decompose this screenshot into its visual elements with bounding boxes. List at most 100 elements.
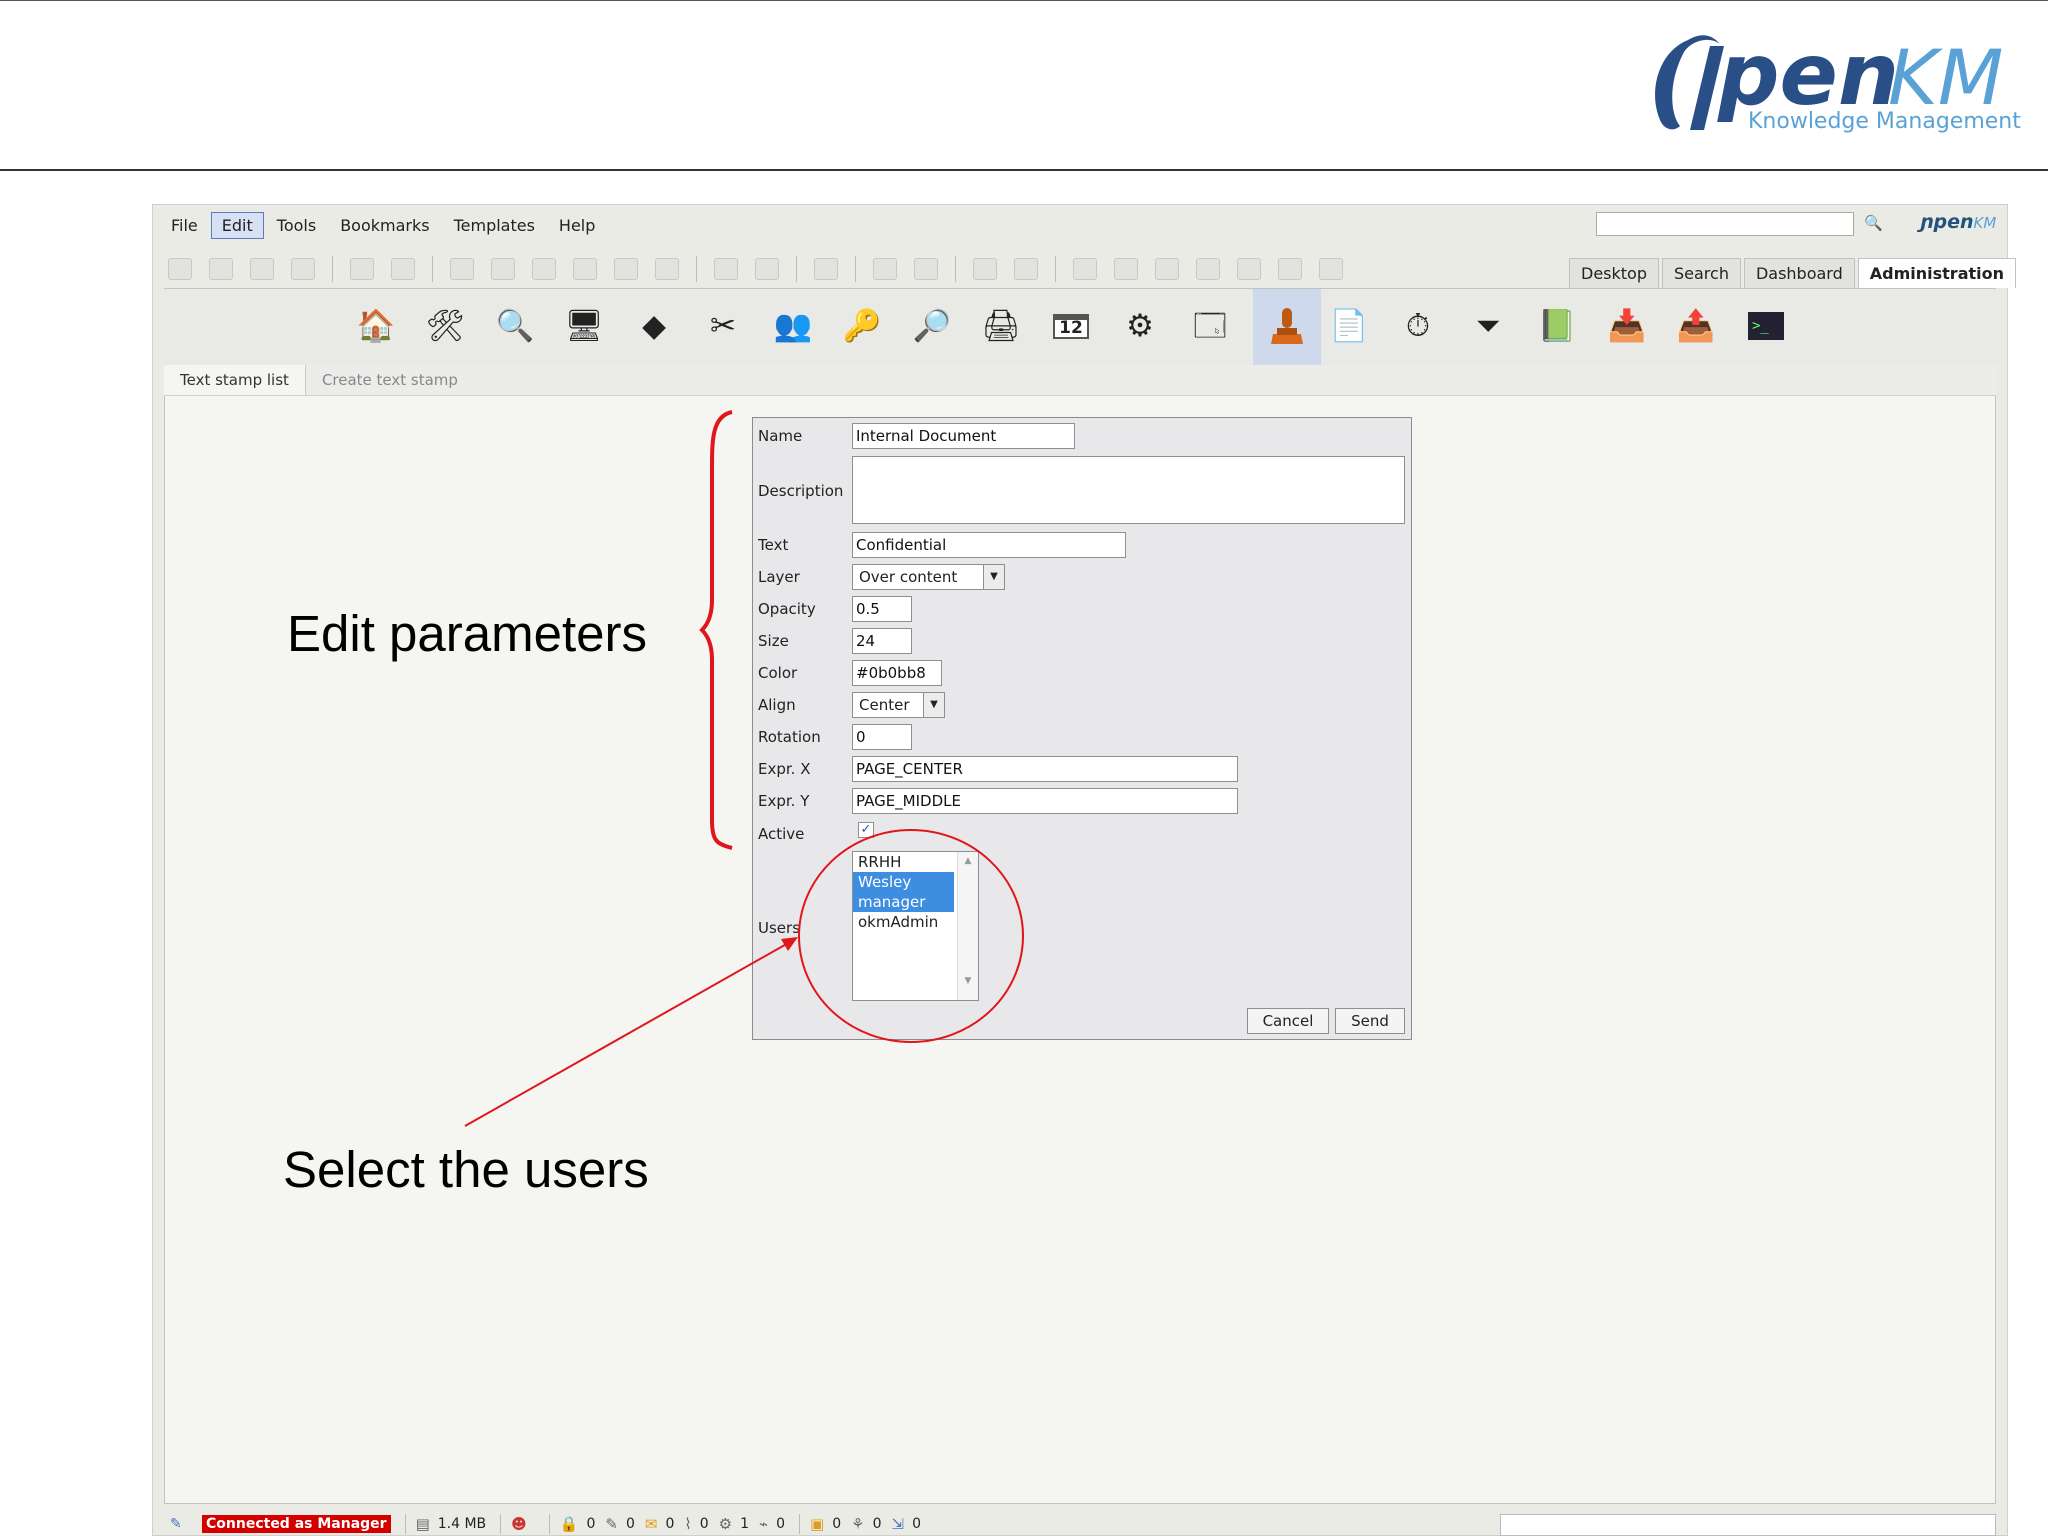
users-scrollbar[interactable]: ▲ ▼ xyxy=(957,852,978,1000)
toolbar-button[interactable] xyxy=(1114,258,1138,280)
chevron-down-icon[interactable]: ▼ xyxy=(923,693,944,717)
toolbar-button[interactable] xyxy=(973,258,997,280)
toolbar-button[interactable] xyxy=(573,258,597,280)
search-icon[interactable]: 🔍 xyxy=(1864,214,1884,234)
clock-document-icon[interactable]: 📄 xyxy=(1327,304,1371,348)
toolbar-button[interactable] xyxy=(1073,258,1097,280)
user-icon[interactable]: ☻ xyxy=(511,1515,527,1533)
toolbar-button[interactable] xyxy=(655,258,679,280)
opacity-field[interactable]: 0.5 xyxy=(852,596,912,622)
tab-administration[interactable]: Administration xyxy=(1857,258,2017,288)
tab-create-text-stamp[interactable]: Create text stamp xyxy=(306,365,474,395)
menu-help[interactable]: Help xyxy=(548,212,606,239)
calendar-icon[interactable]: 12 xyxy=(1049,304,1093,348)
align-select[interactable]: Center ▼ xyxy=(852,692,945,718)
expr-y-field[interactable]: PAGE_MIDDLE xyxy=(852,788,1238,814)
menu-bookmarks[interactable]: Bookmarks xyxy=(329,212,440,239)
counter-checkout[interactable]: ✎ 0 xyxy=(605,1515,635,1533)
counter-tags[interactable]: ⌁ 0 xyxy=(759,1515,785,1533)
toolbar-button[interactable] xyxy=(1155,258,1179,280)
menu-file[interactable]: File xyxy=(160,212,209,239)
toolbar-button[interactable] xyxy=(1196,258,1220,280)
toolbar-button[interactable] xyxy=(491,258,515,280)
scroll-down-icon[interactable]: ▼ xyxy=(958,976,978,986)
terminal-icon[interactable]: >_ xyxy=(1744,304,1788,348)
monitor-icon[interactable]: 🖥 xyxy=(562,304,606,348)
gear-icon[interactable]: ⚙ xyxy=(1118,304,1162,348)
toolbar-button[interactable] xyxy=(1278,258,1302,280)
toolbar-button[interactable] xyxy=(250,258,274,280)
stopwatch-icon[interactable]: ⏱ xyxy=(1396,304,1440,348)
home-icon[interactable]: 🏠 xyxy=(354,304,398,348)
toolbar-button[interactable] xyxy=(714,258,738,280)
cancel-button[interactable]: Cancel xyxy=(1247,1008,1329,1034)
toolbar-button[interactable] xyxy=(532,258,556,280)
toolbar-button[interactable] xyxy=(1319,258,1343,280)
expr-x-field[interactable]: PAGE_CENTER xyxy=(852,756,1238,782)
user-option-manager[interactable]: manager xyxy=(853,892,954,912)
counter-value: 0 xyxy=(832,1516,842,1532)
counter-documents[interactable]: ⇲ 0 xyxy=(891,1515,921,1533)
rotation-field[interactable]: 0 xyxy=(852,724,912,750)
connection-badge: Connected as Manager xyxy=(202,1515,391,1533)
book-icon[interactable]: 📗 xyxy=(1535,304,1579,348)
counter-mail[interactable]: ✉ 0 xyxy=(645,1515,675,1533)
name-field[interactable]: Internal Document xyxy=(852,423,1075,449)
toolbar-button[interactable] xyxy=(1237,258,1261,280)
tab-desktop[interactable]: Desktop xyxy=(1569,258,1659,288)
diamond-icon[interactable]: ◆ xyxy=(632,304,676,348)
counter-subscriptions[interactable]: ▣ 0 xyxy=(810,1515,841,1533)
active-checkbox[interactable]: ✓ xyxy=(858,822,874,838)
counter-locked[interactable]: 🔒 0 xyxy=(560,1515,596,1533)
pen-icon: ✎ xyxy=(170,1516,182,1532)
printer-icon[interactable]: 🖨 xyxy=(979,304,1023,348)
toolbar-button[interactable] xyxy=(873,258,897,280)
toolbar-button[interactable] xyxy=(614,258,638,280)
toolbar-button[interactable] xyxy=(1014,258,1038,280)
toolbar-button[interactable] xyxy=(814,258,838,280)
toolbar-button[interactable] xyxy=(168,258,192,280)
upload-icon[interactable]: 📤 xyxy=(1674,304,1718,348)
menu-edit[interactable]: Edit xyxy=(210,211,264,239)
menu-templates[interactable]: Templates xyxy=(443,212,546,239)
scissors-icon[interactable]: ✂ xyxy=(701,304,745,348)
window-icon[interactable]: 🗔 xyxy=(1188,304,1232,348)
keys-icon[interactable]: 🔑 xyxy=(840,304,884,348)
stamp-icon[interactable] xyxy=(1253,289,1321,365)
search-document-icon[interactable]: 🔍 xyxy=(493,304,537,348)
funnel-icon[interactable]: ⏷ xyxy=(1466,304,1510,348)
layer-select[interactable]: Over content ▼ xyxy=(852,564,1005,590)
tab-dashboard[interactable]: Dashboard xyxy=(1743,258,1855,288)
chevron-down-icon[interactable]: ▼ xyxy=(983,565,1004,589)
tab-text-stamp-list[interactable]: Text stamp list xyxy=(164,365,306,395)
color-field[interactable]: #0b0bb8 xyxy=(852,660,942,686)
tab-search[interactable]: Search xyxy=(1661,258,1741,288)
text-field[interactable]: Confidential xyxy=(852,532,1126,558)
menu-tools[interactable]: Tools xyxy=(266,212,327,239)
send-button[interactable]: Send xyxy=(1335,1008,1405,1034)
quick-search-input[interactable] xyxy=(1596,212,1854,236)
magnifier-icon[interactable]: 🔎 xyxy=(910,304,954,348)
size-field[interactable]: 24 xyxy=(852,628,912,654)
toolbar-button[interactable] xyxy=(209,258,233,280)
toolbar-button[interactable] xyxy=(450,258,474,280)
users-icon[interactable]: 👥 xyxy=(771,304,815,348)
user-option-okmadmin[interactable]: okmAdmin xyxy=(853,912,954,932)
tools-icon[interactable]: 🛠 xyxy=(423,304,467,348)
status-message-box xyxy=(1500,1514,1996,1536)
toolbar-button[interactable] xyxy=(291,258,315,280)
counter-groups[interactable]: ⚘ 0 xyxy=(851,1515,881,1533)
counter-tasks[interactable]: ⚙ 1 xyxy=(719,1515,749,1533)
toolbar-button[interactable] xyxy=(391,258,415,280)
users-listbox[interactable]: RRHH Wesley manager okmAdmin ▲ ▼ xyxy=(852,851,979,1001)
toolbar-button[interactable] xyxy=(755,258,779,280)
toolbar-button[interactable] xyxy=(914,258,938,280)
counter-attachments[interactable]: ⌇ 0 xyxy=(684,1515,708,1533)
user-status[interactable]: ☻ xyxy=(511,1515,535,1533)
user-option-wesley[interactable]: Wesley xyxy=(853,872,954,892)
download-icon[interactable]: 📥 xyxy=(1605,304,1649,348)
toolbar-button[interactable] xyxy=(350,258,374,280)
description-field[interactable] xyxy=(852,456,1405,524)
scroll-up-icon[interactable]: ▲ xyxy=(958,856,978,866)
user-option-rrhh[interactable]: RRHH xyxy=(853,852,954,872)
